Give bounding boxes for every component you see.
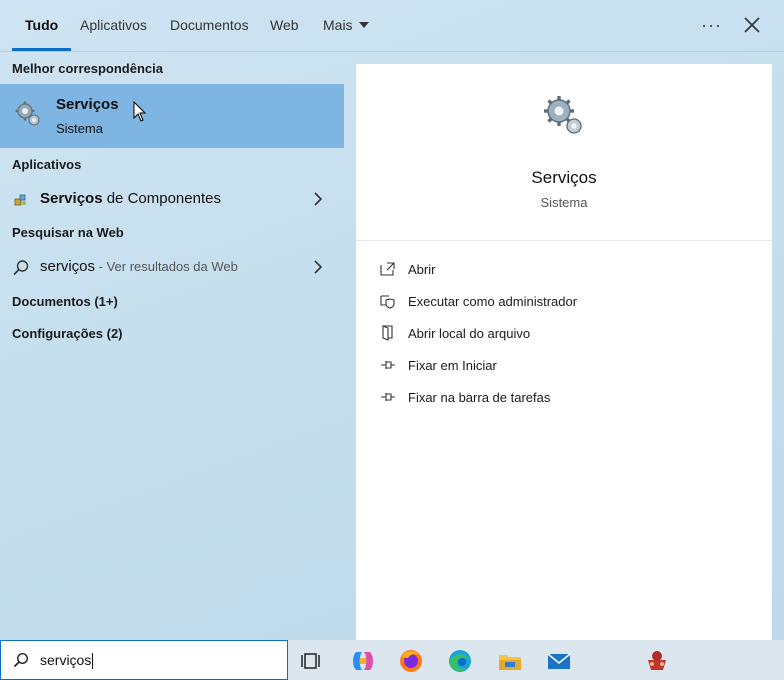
more-options-icon[interactable]: ··· — [701, 15, 722, 36]
pin-icon — [381, 393, 395, 401]
chevron-right-icon[interactable] — [314, 260, 322, 274]
search-input-value: serviços — [40, 652, 94, 670]
chevron-down-icon — [358, 22, 369, 29]
chevron-right-icon[interactable] — [314, 192, 322, 206]
pin-icon — [381, 361, 395, 369]
firefox-icon[interactable] — [398, 648, 424, 674]
app-result-rest: de Componentes — [102, 190, 221, 207]
tab-all-label: Tudo — [25, 17, 59, 33]
services-gear-icon — [544, 96, 582, 134]
tab-apps-label: Aplicativos — [80, 17, 147, 33]
web-result-hint: - Ver resultados da Web — [95, 259, 238, 274]
search-icon — [13, 260, 29, 276]
section-web-header: Pesquisar na Web — [12, 225, 124, 240]
file-explorer-icon[interactable] — [497, 648, 523, 674]
best-match-title: Serviços — [56, 96, 119, 113]
section-apps-header: Aplicativos — [12, 157, 82, 172]
task-view-icon[interactable] — [299, 648, 325, 674]
action-run-as-admin[interactable]: Executar como administrador — [376, 289, 756, 317]
action-open[interactable]: Abrir — [376, 257, 756, 285]
section-settings-link[interactable]: Configurações (2) — [12, 326, 123, 341]
app-result-label: Serviços de Componentes — [40, 190, 221, 207]
web-result-query: serviços — [40, 258, 96, 275]
component-services-icon — [14, 194, 26, 206]
action-open-file-location-label: Abrir local do arquivo — [408, 326, 531, 341]
tab-documents[interactable]: Documentos — [170, 0, 249, 51]
action-open-file-location[interactable]: Abrir local do arquivo — [376, 321, 756, 349]
file-location-icon — [382, 325, 393, 341]
app-result-component-services[interactable]: Serviços de Componentes — [0, 183, 344, 215]
tab-more[interactable]: Mais — [323, 0, 369, 51]
mail-icon[interactable] — [546, 648, 572, 674]
text-caret — [92, 653, 94, 670]
mouse-cursor-icon — [133, 101, 147, 122]
preview-panel: Serviços Sistema Abrir Executar como adm… — [356, 64, 772, 640]
best-match-result[interactable]: Serviços Sistema — [0, 84, 344, 148]
services-gear-icon — [15, 101, 40, 126]
edge-icon[interactable] — [447, 648, 473, 674]
section-best-match-header: Melhor correspondência — [12, 61, 163, 76]
app-icon[interactable] — [644, 648, 670, 674]
search-input[interactable]: serviços — [0, 640, 288, 680]
tab-web-label: Web — [270, 17, 299, 33]
preview-title: Serviços — [531, 168, 597, 187]
app-result-bold: Serviços — [40, 190, 103, 207]
preview-divider — [356, 240, 772, 241]
tab-more-label: Mais — [323, 17, 353, 33]
action-open-label: Abrir — [408, 262, 436, 277]
search-icon — [13, 652, 29, 668]
tab-web[interactable]: Web — [270, 0, 299, 51]
close-icon[interactable] — [743, 16, 761, 34]
action-pin-start[interactable]: Fixar em Iniciar — [376, 353, 756, 381]
copilot-icon[interactable] — [350, 648, 376, 674]
tab-documents-label: Documentos — [170, 17, 249, 33]
web-result-servicos[interactable]: serviços - Ver resultados da Web — [0, 251, 344, 283]
section-documents-link[interactable]: Documentos (1+) — [12, 294, 118, 309]
best-match-subtitle: Sistema — [56, 121, 103, 136]
web-result-label: serviços - Ver resultados da Web — [40, 258, 238, 275]
filter-tabs-bar: Tudo Aplicativos Documentos Web Mais ··· — [0, 0, 784, 52]
action-pin-taskbar-label: Fixar na barra de tarefas — [408, 390, 551, 405]
tab-apps[interactable]: Aplicativos — [80, 0, 147, 51]
run-as-admin-icon — [380, 295, 395, 309]
action-pin-start-label: Fixar em Iniciar — [408, 358, 497, 373]
search-query-text: serviços — [40, 652, 92, 668]
open-icon — [380, 262, 395, 276]
preview-subtitle: Sistema — [540, 195, 588, 210]
action-run-as-admin-label: Executar como administrador — [408, 294, 578, 309]
action-pin-taskbar[interactable]: Fixar na barra de tarefas — [376, 385, 756, 413]
tab-all[interactable]: Tudo — [12, 0, 72, 51]
